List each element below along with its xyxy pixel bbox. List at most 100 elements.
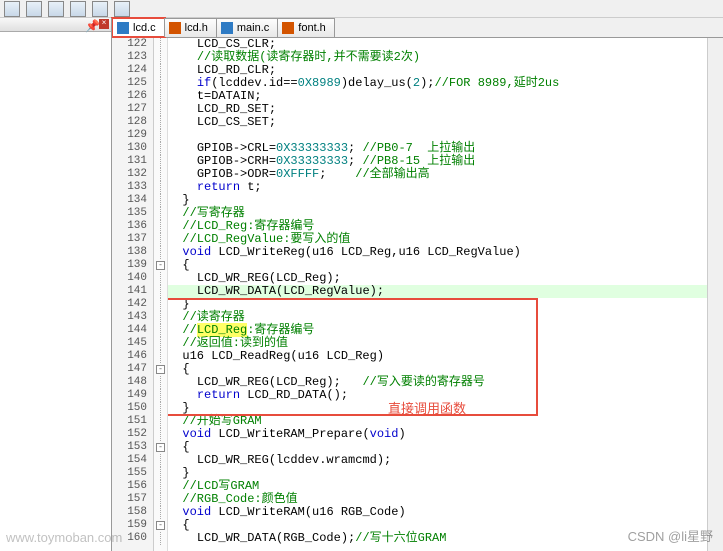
tab-label: lcd.c bbox=[133, 22, 156, 34]
line-number: 143 bbox=[112, 311, 147, 324]
code-line[interactable]: LCD_WR_REG(lcddev.wramcmd); bbox=[168, 454, 707, 467]
tab-bar: lcd.c lcd.h main.c font.h bbox=[112, 18, 723, 38]
fold-toggle[interactable]: - bbox=[156, 261, 165, 270]
fold-cell bbox=[154, 493, 167, 506]
code-line[interactable]: void LCD_WriteRAM_Prepare(void) bbox=[168, 428, 707, 441]
fold-cell bbox=[154, 337, 167, 350]
line-number: 142 bbox=[112, 298, 147, 311]
toolbar-icon[interactable] bbox=[26, 1, 42, 17]
editor-content: 1221231241251261271281291301311321331341… bbox=[112, 38, 723, 551]
fold-cell bbox=[154, 181, 167, 194]
fold-cell bbox=[154, 51, 167, 64]
code-line[interactable]: void LCD_WriteReg(u16 LCD_Reg,u16 LCD_Re… bbox=[168, 246, 707, 259]
fold-cell bbox=[154, 142, 167, 155]
editor-area: lcd.c lcd.h main.c font.h 12212312412512612… bbox=[112, 18, 723, 551]
fold-cell bbox=[154, 506, 167, 519]
fold-cell bbox=[154, 220, 167, 233]
line-number: 137 bbox=[112, 233, 147, 246]
fold-cell bbox=[154, 246, 167, 259]
line-number: 132 bbox=[112, 168, 147, 181]
fold-cell bbox=[154, 207, 167, 220]
tab-label: lcd.h bbox=[185, 22, 208, 34]
tab-lcd-h[interactable]: lcd.h bbox=[164, 18, 217, 37]
watermark-right: CSDN @li星野 bbox=[628, 526, 713, 545]
toolbar-icon[interactable] bbox=[92, 1, 108, 17]
line-number: 129 bbox=[112, 129, 147, 142]
line-number: 123 bbox=[112, 51, 147, 64]
annotation-text: 直接调用函数 bbox=[388, 398, 466, 417]
tab-font-h[interactable]: font.h bbox=[277, 18, 335, 37]
line-number: 141 bbox=[112, 285, 147, 298]
code-line[interactable]: u16 LCD_ReadReg(u16 LCD_Reg) bbox=[168, 350, 707, 363]
tab-label: font.h bbox=[298, 22, 326, 34]
line-number: 147 bbox=[112, 363, 147, 376]
fold-cell bbox=[154, 77, 167, 90]
close-icon[interactable]: × bbox=[99, 19, 109, 29]
line-number: 153 bbox=[112, 441, 147, 454]
fold-cell bbox=[154, 64, 167, 77]
h-file-icon bbox=[169, 22, 181, 34]
c-file-icon bbox=[221, 22, 233, 34]
fold-cell bbox=[154, 38, 167, 51]
line-number: 127 bbox=[112, 103, 147, 116]
line-number: 125 bbox=[112, 77, 147, 90]
code-area[interactable]: 直接调用函数 LCD_CS_CLR; //读取数据(读寄存器时,并不需要读2次)… bbox=[168, 38, 707, 551]
fold-cell bbox=[154, 285, 167, 298]
fold-cell bbox=[154, 116, 167, 129]
line-number: 144 bbox=[112, 324, 147, 337]
fold-cell bbox=[154, 311, 167, 324]
fold-cell bbox=[154, 129, 167, 142]
fold-cell bbox=[154, 272, 167, 285]
fold-cell: - bbox=[154, 441, 167, 454]
fold-cell bbox=[154, 428, 167, 441]
pin-icon[interactable]: 📌 bbox=[85, 19, 95, 29]
fold-cell bbox=[154, 233, 167, 246]
line-number: 134 bbox=[112, 194, 147, 207]
code-line[interactable]: } bbox=[168, 298, 707, 311]
line-gutter: 1221231241251261271281291301311321331341… bbox=[112, 38, 154, 551]
line-number: 133 bbox=[112, 181, 147, 194]
fold-cell: - bbox=[154, 363, 167, 376]
fold-column: - - - - bbox=[154, 38, 168, 551]
line-number: 148 bbox=[112, 376, 147, 389]
code-line[interactable]: } bbox=[168, 194, 707, 207]
toolbar-icon[interactable] bbox=[114, 1, 130, 17]
fold-cell bbox=[154, 454, 167, 467]
fold-cell bbox=[154, 168, 167, 181]
h-file-icon bbox=[282, 22, 294, 34]
line-number: 138 bbox=[112, 246, 147, 259]
fold-cell bbox=[154, 324, 167, 337]
code-line[interactable]: return t; bbox=[168, 181, 707, 194]
line-number: 152 bbox=[112, 428, 147, 441]
code-line[interactable]: void LCD_WriteRAM(u16 RGB_Code) bbox=[168, 506, 707, 519]
code-line[interactable]: LCD_WR_DATA(LCD_RegValue); bbox=[168, 285, 707, 298]
vertical-scrollbar[interactable] bbox=[707, 38, 723, 551]
fold-toggle[interactable]: - bbox=[156, 521, 165, 530]
code-line[interactable]: LCD_WR_DATA(RGB_Code);//写十六位GRAM bbox=[168, 532, 707, 545]
line-number: 154 bbox=[112, 454, 147, 467]
fold-cell bbox=[154, 194, 167, 207]
fold-cell bbox=[154, 480, 167, 493]
code-line[interactable]: LCD_CS_SET; bbox=[168, 116, 707, 129]
line-number: 155 bbox=[112, 467, 147, 480]
line-number: 124 bbox=[112, 64, 147, 77]
c-file-icon bbox=[117, 22, 129, 34]
line-number: 139 bbox=[112, 259, 147, 272]
fold-cell bbox=[154, 350, 167, 363]
fold-cell bbox=[154, 415, 167, 428]
line-number: 149 bbox=[112, 389, 147, 402]
toolbar-icon[interactable] bbox=[70, 1, 86, 17]
toolbar-icon[interactable] bbox=[4, 1, 20, 17]
fold-toggle[interactable]: - bbox=[156, 365, 165, 374]
side-panel: 📌 × bbox=[0, 18, 112, 551]
fold-cell bbox=[154, 467, 167, 480]
fold-cell: - bbox=[154, 259, 167, 272]
top-toolbar bbox=[0, 0, 723, 18]
tab-lcd-c[interactable]: lcd.c bbox=[112, 18, 165, 37]
fold-cell bbox=[154, 103, 167, 116]
line-number: 136 bbox=[112, 220, 147, 233]
line-number: 122 bbox=[112, 38, 147, 51]
fold-toggle[interactable]: - bbox=[156, 443, 165, 452]
tab-main-c[interactable]: main.c bbox=[216, 18, 278, 37]
toolbar-icon[interactable] bbox=[48, 1, 64, 17]
